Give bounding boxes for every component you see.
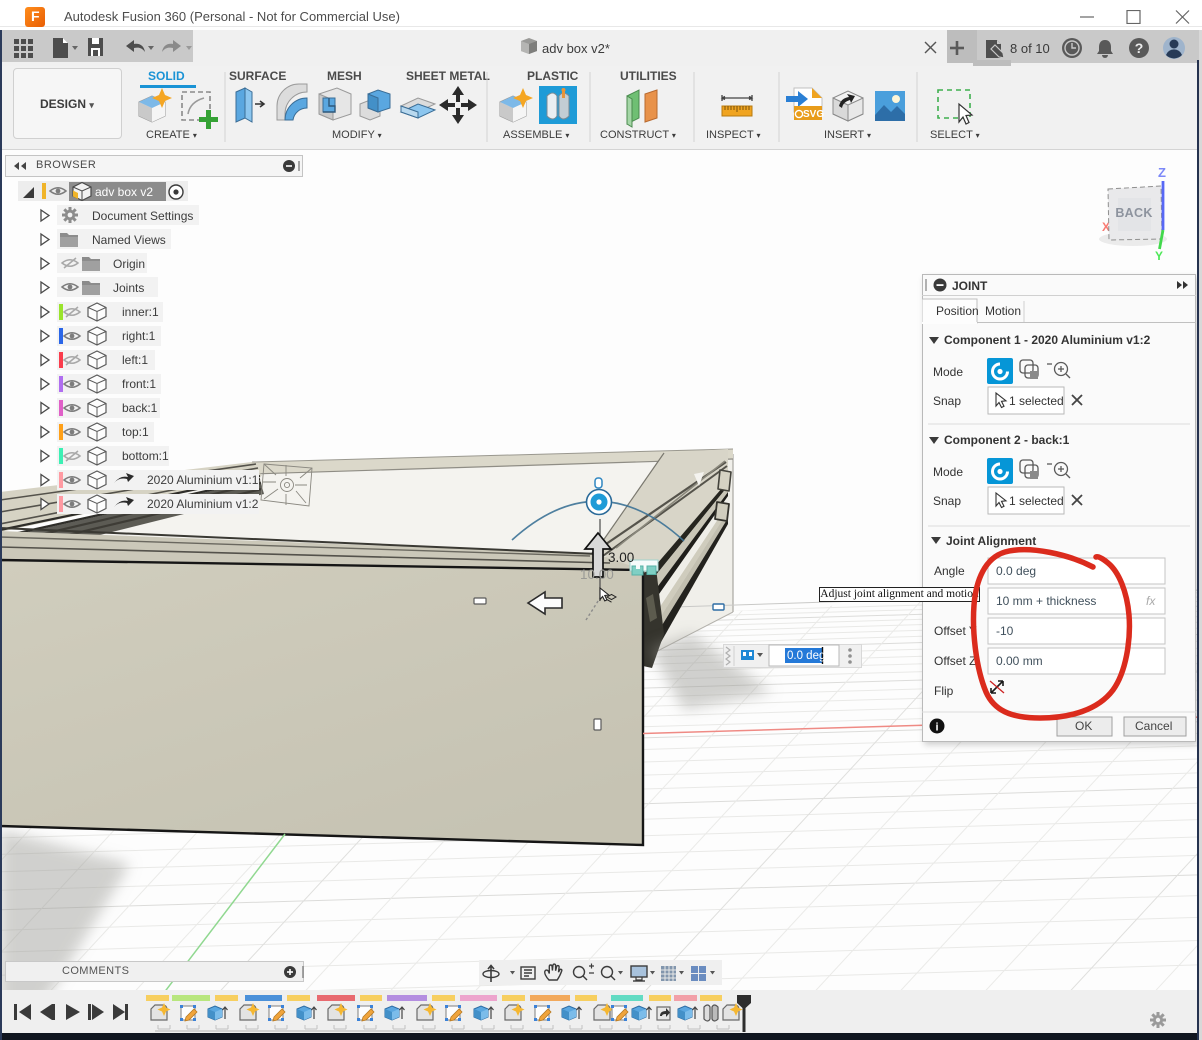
svg-text:Y: Y bbox=[1155, 249, 1163, 263]
svg-text:Z: Z bbox=[1158, 165, 1166, 180]
svg-text:BACK: BACK bbox=[1115, 206, 1152, 220]
svg-text:SVG: SVG bbox=[803, 109, 824, 120]
svg-text:?: ? bbox=[1135, 40, 1144, 56]
svg-text:i: i bbox=[935, 722, 938, 734]
